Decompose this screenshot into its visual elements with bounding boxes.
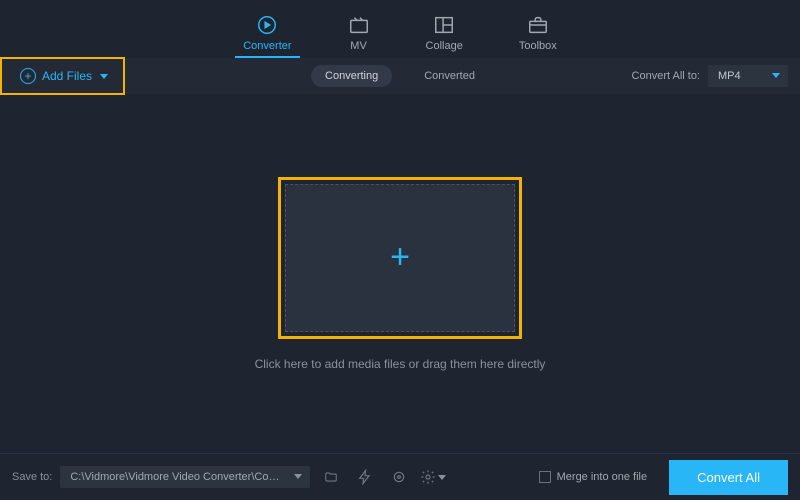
convert-all-button[interactable]: Convert All bbox=[669, 460, 788, 495]
mv-icon bbox=[348, 14, 370, 36]
tab-converting[interactable]: Converting bbox=[311, 65, 392, 87]
nav-label: Collage bbox=[426, 40, 463, 52]
chevron-down-icon bbox=[772, 73, 780, 78]
toolbox-icon bbox=[527, 14, 549, 36]
nav-item-converter[interactable]: Converter bbox=[235, 10, 299, 58]
top-nav: Converter MV Collage Toolbox bbox=[0, 0, 800, 58]
format-dropdown[interactable]: MP4 bbox=[708, 65, 788, 87]
converter-icon bbox=[256, 14, 278, 36]
plus-circle-icon: + bbox=[20, 68, 36, 84]
add-files-label: Add Files bbox=[42, 69, 92, 83]
dropzone-hint: Click here to add media files or drag th… bbox=[255, 357, 546, 371]
chevron-down-icon bbox=[100, 74, 108, 79]
sub-tabs: Converting Converted bbox=[311, 65, 489, 87]
dropzone[interactable]: + bbox=[285, 184, 515, 332]
nav-item-mv[interactable]: MV bbox=[340, 10, 378, 58]
save-to-label: Save to: bbox=[12, 471, 52, 483]
main-area: + Click here to add media files or drag … bbox=[0, 94, 800, 453]
plus-icon: + bbox=[390, 238, 410, 277]
speed-button[interactable] bbox=[352, 466, 378, 488]
convert-all-to: Convert All to: MP4 bbox=[632, 65, 788, 87]
add-files-button[interactable]: + Add Files bbox=[12, 64, 116, 88]
merge-label: Merge into one file bbox=[557, 471, 648, 483]
convert-all-label: Convert All to: bbox=[632, 70, 700, 82]
settings-button[interactable] bbox=[420, 466, 446, 488]
sub-bar: + Add Files Converting Converted Convert… bbox=[0, 58, 800, 94]
nav-item-collage[interactable]: Collage bbox=[418, 10, 471, 58]
nav-label: MV bbox=[350, 40, 367, 52]
nav-label: Converter bbox=[243, 40, 291, 52]
save-path-value: C:\Vidmore\Vidmore Video Converter\Conve… bbox=[70, 471, 305, 483]
nav-item-toolbox[interactable]: Toolbox bbox=[511, 10, 565, 58]
chevron-down-icon bbox=[294, 474, 302, 479]
save-path-dropdown[interactable]: C:\Vidmore\Vidmore Video Converter\Conve… bbox=[60, 466, 310, 488]
enhance-button[interactable] bbox=[386, 466, 412, 488]
collage-icon bbox=[433, 14, 455, 36]
merge-checkbox[interactable]: Merge into one file bbox=[539, 471, 648, 483]
nav-label: Toolbox bbox=[519, 40, 557, 52]
dropzone-highlight: + bbox=[278, 177, 522, 339]
checkbox-icon bbox=[539, 471, 551, 483]
open-folder-button[interactable] bbox=[318, 466, 344, 488]
format-value: MP4 bbox=[718, 70, 741, 82]
bottom-bar: Save to: C:\Vidmore\Vidmore Video Conver… bbox=[0, 454, 800, 500]
chevron-down-icon bbox=[438, 475, 446, 480]
tab-converted[interactable]: Converted bbox=[410, 65, 489, 87]
